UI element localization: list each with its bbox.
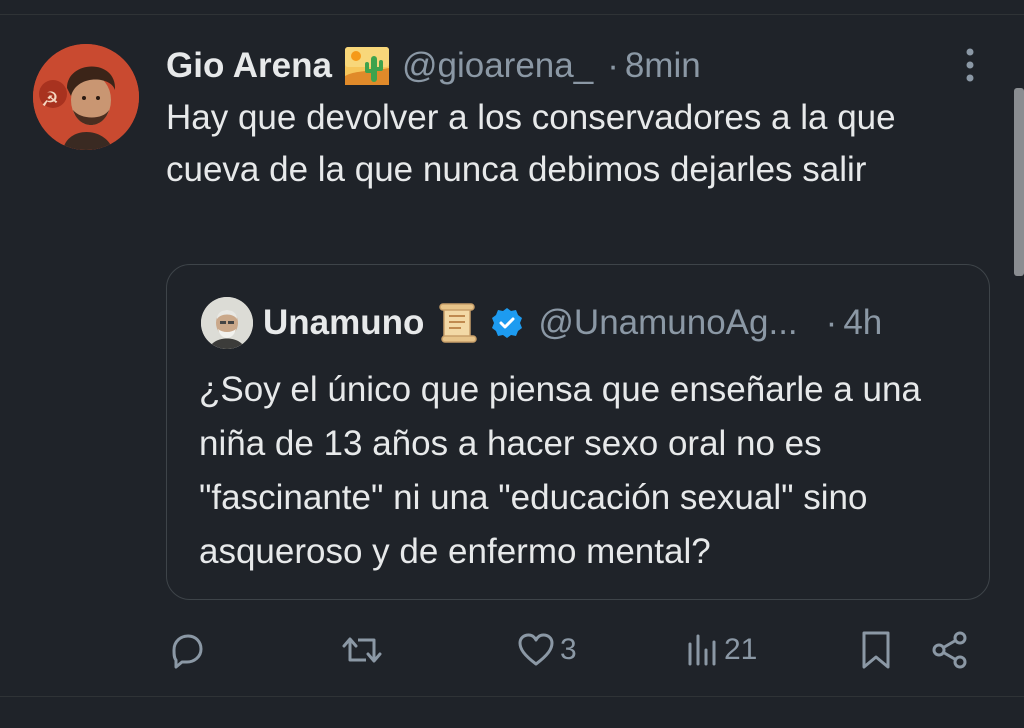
reply-icon: [166, 630, 206, 670]
quoted-tweet-timestamp[interactable]: 4h: [843, 303, 882, 343]
views-bar-chart-icon: [686, 630, 720, 670]
quoted-tweet-text: ¿Soy el único que piensa que enseñarle a…: [199, 370, 921, 571]
heart-icon: [516, 630, 556, 670]
tweet-text: Hay que devolver a los conservadores a l…: [166, 98, 896, 189]
quoted-author-avatar[interactable]: [201, 297, 253, 349]
reply-button[interactable]: [166, 628, 210, 672]
svg-text:☭: ☭: [41, 87, 59, 111]
author-handle[interactable]: @gioarena_: [402, 46, 593, 86]
scrollbar-thumb[interactable]: [1014, 88, 1024, 276]
more-options-icon[interactable]: [955, 44, 985, 86]
author-display-name[interactable]: Gio Arena: [166, 46, 332, 86]
author-avatar[interactable]: ☭: [33, 44, 139, 150]
scroll-emoji-icon: [436, 301, 480, 345]
views-button[interactable]: 21: [686, 628, 757, 672]
bookmark-button[interactable]: [858, 628, 894, 672]
quoted-separator-dot: ·: [825, 303, 838, 342]
quoted-author-display-name[interactable]: Unamuno: [263, 303, 424, 343]
top-divider: [0, 14, 1024, 15]
separator-dot: ·: [607, 46, 619, 85]
desert-cactus-emoji-icon: [344, 46, 390, 86]
timeline-page: ☭ Gio Arena @gioarena_ · 8min Hay que de…: [0, 0, 1024, 728]
share-button[interactable]: [930, 628, 970, 672]
bottom-divider: [0, 696, 1024, 697]
quoted-tweet-header: Unamuno @UnamunoAg... · 4h: [263, 295, 963, 351]
quoted-tweet-card[interactable]: Unamuno @UnamunoAg... · 4h ¿Soy el único…: [166, 264, 990, 600]
views-count: 21: [724, 633, 758, 666]
quoted-author-handle[interactable]: @UnamunoAg...: [538, 303, 797, 343]
share-icon: [930, 630, 970, 670]
retweet-icon: [340, 630, 384, 670]
tweet-timestamp[interactable]: 8min: [625, 46, 701, 86]
verified-badge-icon: [490, 306, 524, 340]
like-button[interactable]: 3: [516, 628, 577, 672]
retweet-button[interactable]: [340, 628, 388, 672]
bookmark-icon: [858, 630, 894, 670]
tweet-header: Gio Arena @gioarena_ · 8min: [166, 40, 701, 92]
like-count: 3: [560, 633, 577, 666]
